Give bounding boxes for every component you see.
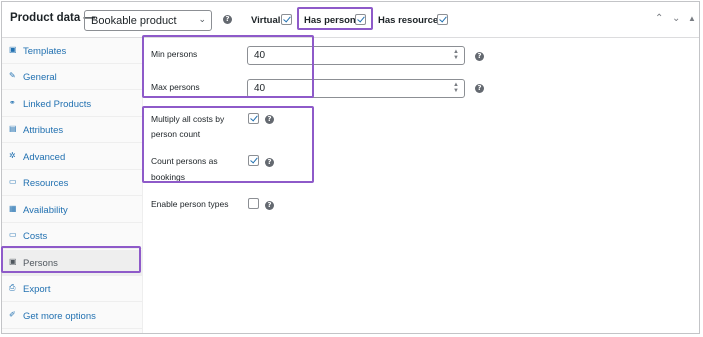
help-icon[interactable]: ? — [475, 84, 484, 93]
virtual-checkbox[interactable] — [281, 14, 292, 25]
enable-person-types-label: Enable person types — [151, 199, 229, 209]
tab-advanced[interactable]: ✲ Advanced — [2, 144, 142, 170]
tab-availability[interactable]: ▦ Availability — [2, 197, 142, 223]
tab-label: Costs — [23, 231, 48, 242]
chevron-down-icon: ⌄ — [198, 14, 206, 24]
tab-linked-products[interactable]: ⚭ Linked Products — [2, 91, 142, 117]
tab-label: Resources — [23, 178, 69, 189]
tab-label: Availability — [23, 205, 68, 216]
attributes-icon: ▤ — [9, 124, 17, 133]
enable-person-types-checkbox[interactable] — [248, 198, 259, 209]
tab-label: Get more options — [23, 311, 96, 322]
tab-label: Attributes — [23, 125, 64, 136]
costs-icon: ▭ — [9, 230, 17, 239]
tab-export[interactable]: ⎙ Export — [2, 276, 142, 302]
move-down-icon[interactable]: ⌄ — [672, 13, 680, 24]
highlight-box — [297, 7, 373, 30]
calendar-icon: ▦ — [9, 204, 17, 213]
templates-icon: ▣ — [9, 45, 17, 54]
highlight-box — [1, 246, 141, 273]
tab-resources[interactable]: ▭ Resources — [2, 170, 142, 196]
plugin-icon: ✐ — [9, 310, 16, 319]
tab-templates[interactable]: ▣ Templates — [2, 38, 142, 64]
tab-general[interactable]: ✎ General — [2, 64, 142, 90]
product-data-panel: Product data — Bookable product ⌄ ? Virt… — [1, 1, 700, 334]
gear-icon: ✲ — [9, 151, 16, 160]
help-icon[interactable]: ? — [223, 15, 232, 24]
has-resources-checkbox[interactable] — [437, 14, 448, 25]
help-icon[interactable]: ? — [265, 201, 274, 210]
move-up-icon[interactable]: ⌃ — [655, 13, 663, 24]
tab-attributes[interactable]: ▤ Attributes — [2, 117, 142, 143]
wrench-icon: ✎ — [9, 71, 16, 80]
tab-label: Export — [23, 284, 51, 295]
tab-label: Linked Products — [23, 99, 92, 110]
product-data-tabs: ▣ Templates ✎ General ⚭ Linked Products … — [2, 38, 143, 333]
virtual-label: Virtual: — [251, 15, 284, 26]
stepper-icon[interactable]: ▲ ▼ — [452, 49, 460, 62]
tab-get-more-options[interactable]: ✐ Get more options — [2, 303, 142, 329]
stepper-icon[interactable]: ▲ ▼ — [452, 82, 460, 95]
help-icon[interactable]: ? — [475, 52, 484, 61]
resources-icon: ▭ — [9, 177, 17, 186]
tab-label: Advanced — [23, 152, 66, 163]
tab-label: Templates — [23, 46, 67, 57]
product-type-value: Bookable product — [91, 15, 177, 27]
panel-title: Product data — — [10, 12, 95, 24]
highlight-box — [142, 35, 314, 98]
tab-label: General — [23, 72, 57, 83]
export-icon: ⎙ — [9, 283, 16, 292]
product-type-select[interactable]: Bookable product ⌄ — [84, 10, 212, 31]
toggle-panel-icon[interactable]: ▲ — [688, 14, 696, 23]
highlight-box — [142, 106, 314, 183]
link-icon: ⚭ — [9, 98, 16, 107]
